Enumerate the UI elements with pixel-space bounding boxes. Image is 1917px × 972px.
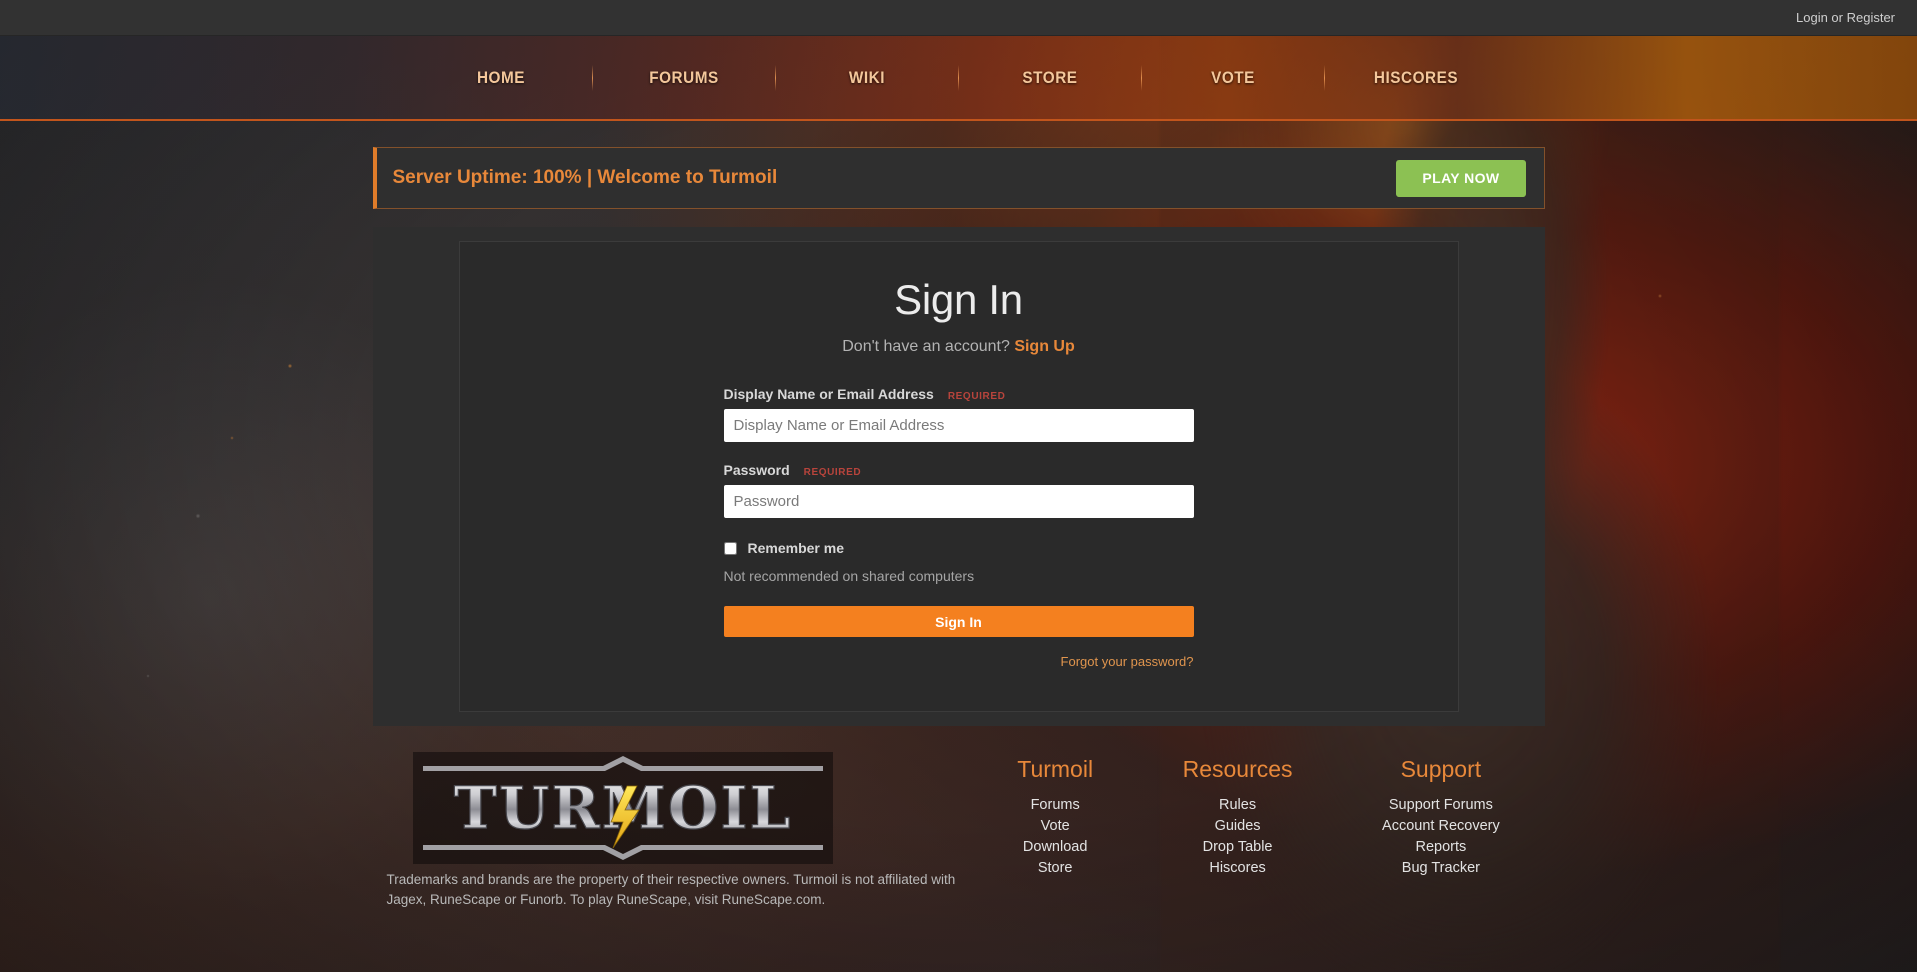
- username-label: Display Name or Email Address: [723, 386, 934, 402]
- sign-in-button[interactable]: Sign In: [723, 606, 1194, 637]
- password-input[interactable]: [723, 485, 1194, 518]
- nav-separator: [958, 64, 959, 91]
- forgot-password-link[interactable]: Forgot your password?: [1061, 654, 1194, 669]
- top-utility-bar: Login or Register: [0, 0, 1917, 36]
- signup-prompt-text: Don't have an account?: [842, 338, 1010, 355]
- auth-form-container: Sign In Don't have an account? Sign Up D…: [723, 276, 1194, 671]
- footer-left-column: TURMOIL Trademarks and brands are the pr…: [373, 752, 973, 909]
- nav-separator: [1324, 64, 1325, 91]
- footer-link-store[interactable]: Store: [1017, 860, 1093, 876]
- auth-panel-card: Sign In Don't have an account? Sign Up D…: [458, 241, 1459, 712]
- footer-link-rules[interactable]: Rules: [1183, 797, 1293, 813]
- footer-heading-support: Support: [1400, 756, 1482, 782]
- footer-column-resources: Resources Rules Guides Drop Table Hiscor…: [1183, 756, 1293, 881]
- footer-link-download[interactable]: Download: [1017, 839, 1093, 855]
- remember-me-checkbox[interactable]: [723, 541, 737, 555]
- footer-link-bug-tracker[interactable]: Bug Tracker: [1382, 860, 1500, 876]
- remember-me-row[interactable]: Remember me: [723, 540, 1194, 556]
- nav-separator: [1141, 64, 1142, 91]
- auth-panel-outer: Sign In Don't have an account? Sign Up D…: [372, 227, 1545, 726]
- footer-heading-turmoil: Turmoil: [1017, 756, 1094, 782]
- username-field-block: Display Name or Email Address REQUIRED: [723, 386, 1194, 442]
- sign-up-link[interactable]: Sign Up: [1014, 338, 1074, 355]
- turmoil-logo[interactable]: TURMOIL: [412, 752, 833, 864]
- page-root: Login or Register HOME FORUMS WIKI STORE…: [0, 0, 1917, 972]
- nav-separator: [592, 64, 593, 91]
- site-footer: TURMOIL Trademarks and brands are the pr…: [373, 752, 1545, 909]
- username-input[interactable]: [723, 409, 1194, 442]
- password-field-block: Password REQUIRED: [723, 462, 1194, 518]
- footer-column-turmoil: Turmoil Forums Vote Download Store: [1017, 756, 1093, 881]
- footer-link-reports[interactable]: Reports: [1382, 839, 1500, 855]
- signup-prompt: Don't have an account? Sign Up: [724, 338, 1194, 356]
- footer-link-hiscores[interactable]: Hiscores: [1183, 860, 1293, 876]
- footer-link-account-recovery[interactable]: Account Recovery: [1382, 818, 1500, 834]
- nav-separator: [775, 64, 776, 91]
- nav-item-store[interactable]: STORE: [968, 68, 1132, 88]
- announcement-banner: Server Uptime: 100% | Welcome to Turmoil…: [372, 147, 1545, 209]
- page-title: Sign In: [894, 276, 1023, 323]
- username-label-row: Display Name or Email Address REQUIRED: [724, 386, 1194, 402]
- footer-link-columns: Turmoil Forums Vote Download Store Resou…: [973, 752, 1545, 881]
- nav-item-hiscores[interactable]: HISCORES: [1334, 68, 1498, 88]
- announcement-text: Server Uptime: 100% | Welcome to Turmoil: [392, 167, 778, 188]
- footer-link-vote[interactable]: Vote: [1017, 818, 1093, 834]
- footer-link-drop-table[interactable]: Drop Table: [1183, 839, 1293, 855]
- password-label: Password: [723, 462, 790, 478]
- content-wrapper: Server Uptime: 100% | Welcome to Turmoil…: [372, 121, 1545, 726]
- footer-link-support-forums[interactable]: Support Forums: [1382, 797, 1500, 813]
- remember-me-hint: Not recommended on shared computers: [723, 568, 975, 584]
- play-now-button[interactable]: PLAY NOW: [1396, 159, 1526, 197]
- turmoil-logo-icon: TURMOIL: [412, 752, 833, 864]
- forgot-password-row: Forgot your password?: [724, 653, 1194, 671]
- nav-item-wiki[interactable]: WIKI: [785, 68, 949, 88]
- footer-legal-text: Trademarks and brands are the property o…: [386, 872, 956, 907]
- main-navigation: HOME FORUMS WIKI STORE VOTE HISCORES: [0, 36, 1917, 121]
- footer-link-guides[interactable]: Guides: [1183, 818, 1293, 834]
- nav-list: HOME FORUMS WIKI STORE VOTE HISCORES: [410, 64, 1507, 91]
- nav-item-home[interactable]: HOME: [419, 68, 583, 88]
- remember-me-label[interactable]: Remember me: [748, 540, 845, 556]
- login-or-register-link[interactable]: Login or Register: [1796, 10, 1895, 25]
- footer-heading-resources: Resources: [1182, 756, 1293, 782]
- username-required-badge: REQUIRED: [947, 391, 1006, 402]
- password-required-badge: REQUIRED: [803, 467, 862, 478]
- nav-item-forums[interactable]: FORUMS: [602, 68, 766, 88]
- password-label-row: Password REQUIRED: [724, 462, 1194, 478]
- footer-link-forums[interactable]: Forums: [1017, 797, 1093, 813]
- footer-column-support: Support Support Forums Account Recovery …: [1382, 756, 1500, 881]
- nav-item-vote[interactable]: VOTE: [1151, 68, 1315, 88]
